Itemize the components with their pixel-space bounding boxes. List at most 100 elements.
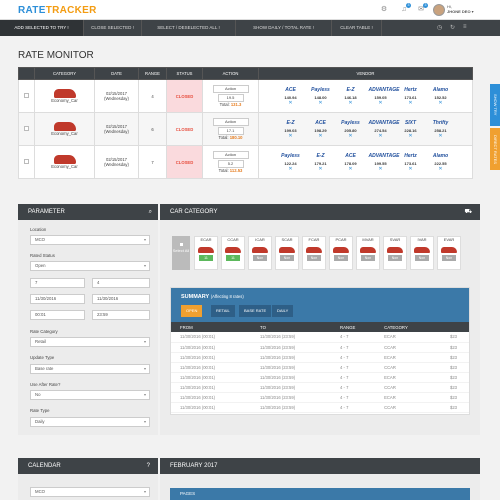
row-checkbox[interactable] xyxy=(24,159,29,164)
calendar-location-select[interactable]: MCO ▾ xyxy=(30,487,150,497)
search-icon[interactable]: ⌕ xyxy=(149,204,152,220)
time-to-input[interactable]: 23:59 xyxy=(92,310,150,320)
car-category-item[interactable]: PCAR Non xyxy=(329,236,353,270)
bell-icon[interactable]: ♫ 3 xyxy=(400,3,411,14)
close-icon[interactable]: ✕ xyxy=(429,166,453,172)
table-row[interactable]: Economy_Car 02/15/2017 (Wednesday) 7 CLOS… xyxy=(18,145,473,179)
vendor-item[interactable]: Hertz 173.61 ✕ xyxy=(399,87,423,106)
close-icon[interactable]: ✕ xyxy=(399,166,423,172)
menu-icon[interactable]: ≡ xyxy=(463,24,467,30)
vendor-item[interactable]: E-Z 146.18 ✕ xyxy=(339,87,363,106)
add-selected-button[interactable]: ADD SELECTED TO TRY ! xyxy=(0,20,84,36)
avatar[interactable] xyxy=(433,4,445,16)
clear-table-label: CLEAR TABLE ! xyxy=(340,25,373,30)
car-category-item[interactable]: SCAR Non xyxy=(275,236,299,270)
car-category-item[interactable]: CCAR 11 xyxy=(221,236,245,270)
select-all-box[interactable]: Select All xyxy=(172,236,190,270)
close-icon[interactable]: ✕ xyxy=(309,133,333,139)
close-icon[interactable]: ✕ xyxy=(309,100,333,106)
rate-type-select[interactable]: Daily ▾ xyxy=(30,417,150,427)
qty-input[interactable]: 19.5 xyxy=(217,94,244,102)
qty-input[interactable]: 5.2 xyxy=(217,160,244,168)
car-category-item[interactable]: FCAR Non xyxy=(302,236,326,270)
car-category-item[interactable]: IVAR Non xyxy=(410,236,434,270)
close-icon[interactable]: ✕ xyxy=(399,100,423,106)
action-select[interactable]: Action xyxy=(212,85,249,93)
close-icon[interactable]: ✕ xyxy=(279,100,303,106)
table-row[interactable]: Economy_Car 02/15/2017 (Wednesday) 4 CLOS… xyxy=(18,79,473,113)
clear-table-button[interactable]: CLEAR TABLE ! xyxy=(332,20,382,36)
message-icon[interactable]: ✉ 3 xyxy=(417,3,428,14)
retail-filter-button[interactable]: RETAIL xyxy=(211,305,235,317)
vendor-item[interactable]: Payless 122.24 ✕ xyxy=(279,153,303,172)
direct-rates-tab[interactable]: DIRECT RATES xyxy=(490,128,500,170)
daily-filter-button[interactable]: DAILY xyxy=(272,305,294,317)
action-select[interactable]: Action xyxy=(212,118,249,126)
close-icon[interactable]: ✕ xyxy=(369,133,393,139)
range-to-input[interactable]: 4 xyxy=(92,278,150,288)
show-daily-total-button[interactable]: SHOW DAILY / TOTAL RATE ! xyxy=(236,20,332,36)
vendor-item[interactable]: Alamo 152.52 ✕ xyxy=(429,87,453,106)
use-after-select[interactable]: No ▾ xyxy=(30,390,150,400)
close-icon[interactable]: ✕ xyxy=(279,166,303,172)
close-icon[interactable]: ✕ xyxy=(339,133,363,139)
car-category-item[interactable]: MVAR Non xyxy=(356,236,380,270)
close-icon[interactable]: ✕ xyxy=(369,100,393,106)
row-checkbox[interactable] xyxy=(24,93,29,98)
refresh-icon[interactable]: ↻ xyxy=(450,24,455,31)
location-select[interactable]: MCO ▾ xyxy=(30,235,150,245)
vendor-item[interactable]: Thrifty 258.21 ✕ xyxy=(429,120,453,139)
help-icon[interactable]: ? xyxy=(147,458,150,474)
vendor-item[interactable]: ACE 198.29 ✕ xyxy=(309,120,333,139)
vendor-item[interactable]: ADVANTAGE 274.54 ✕ xyxy=(369,120,400,139)
vendor-item[interactable]: ADVANTAGE 199.55 ✕ xyxy=(369,153,400,172)
close-selected-button[interactable]: CLOSE SELECTED ! xyxy=(84,20,142,36)
vendor-item[interactable]: Payless 205.80 ✕ xyxy=(339,120,363,139)
close-icon[interactable]: ✕ xyxy=(369,166,393,172)
vendor-item[interactable]: E-Z 199.03 ✕ xyxy=(279,120,303,139)
update-type-select[interactable]: Base rate ▾ xyxy=(30,364,150,374)
clock-icon[interactable]: ◷ xyxy=(437,24,442,31)
close-icon[interactable]: ✕ xyxy=(429,100,453,106)
user-menu[interactable]: Hi, JHONE DEO ▾ xyxy=(447,4,474,14)
row-checkbox-cell xyxy=(18,112,35,146)
total-text: Total: 180.10 xyxy=(203,135,258,140)
date-from-input[interactable]: 11/30/2016 xyxy=(30,294,85,304)
show-try-tab[interactable]: SHOW TRY xyxy=(490,84,500,126)
rate-category-select[interactable]: Retail ▾ xyxy=(30,337,150,347)
car-category-item[interactable]: ICAR Non xyxy=(248,236,272,270)
vendor-item[interactable]: ACE 140.94 ✕ xyxy=(279,87,303,106)
car-category-item[interactable]: EVAR Non xyxy=(437,236,461,270)
close-icon[interactable]: ✕ xyxy=(279,133,303,139)
close-icon[interactable]: ✕ xyxy=(309,166,333,172)
range-from-input[interactable]: 7 xyxy=(30,278,85,288)
select-all-button[interactable]: SELECT / DESELECTED ALL ! xyxy=(142,20,236,36)
close-icon[interactable]: ✕ xyxy=(429,133,453,139)
car-category-item[interactable]: SVAR Non xyxy=(383,236,407,270)
vendor-item[interactable]: Alamo 222.55 ✕ xyxy=(429,153,453,172)
brand-logo[interactable]: RATETRACKER xyxy=(18,5,97,16)
vendor-item[interactable]: Payless 148.00 ✕ xyxy=(309,87,333,106)
base-rate-filter-button[interactable]: BASE RATE xyxy=(239,305,272,317)
vendor-item[interactable]: ACE 178.09 ✕ xyxy=(339,153,363,172)
time-from-input[interactable]: 00:01 xyxy=(30,310,85,320)
table-row[interactable]: Economy_Car 02/15/2017 (Wednesday) 6 CLOS… xyxy=(18,112,473,146)
close-icon[interactable]: ✕ xyxy=(339,166,363,172)
summary-title: SUMMARY xyxy=(181,294,210,300)
qty-input[interactable]: 17.1 xyxy=(217,127,244,135)
row-checkbox[interactable] xyxy=(24,126,29,131)
date-to-input[interactable]: 11/30/2016 xyxy=(92,294,150,304)
close-icon[interactable]: ✕ xyxy=(399,133,423,139)
vendor-item[interactable]: ADVANTAGE 159.05 ✕ xyxy=(369,87,400,106)
summary-table: FROM TO RANGE CATEGORY 11/30/2016 (00:01) 11… xyxy=(171,322,469,413)
car-category-item[interactable]: ECAR 11 xyxy=(194,236,218,270)
open-filter-button[interactable]: OPEN xyxy=(181,305,203,317)
vendor-item[interactable]: Hertz 173.61 ✕ xyxy=(399,153,423,172)
select-all-checkbox[interactable] xyxy=(178,242,184,247)
close-icon[interactable]: ✕ xyxy=(339,100,363,106)
vendor-item[interactable]: E-Z 179.21 ✕ xyxy=(309,153,333,172)
action-select[interactable]: Action xyxy=(212,151,249,159)
rated-status-select[interactable]: Open ▾ xyxy=(30,261,150,271)
vendor-item[interactable]: SIXT 228.16 ✕ xyxy=(399,120,423,139)
gear-icon[interactable]: ⚙ xyxy=(380,6,388,14)
